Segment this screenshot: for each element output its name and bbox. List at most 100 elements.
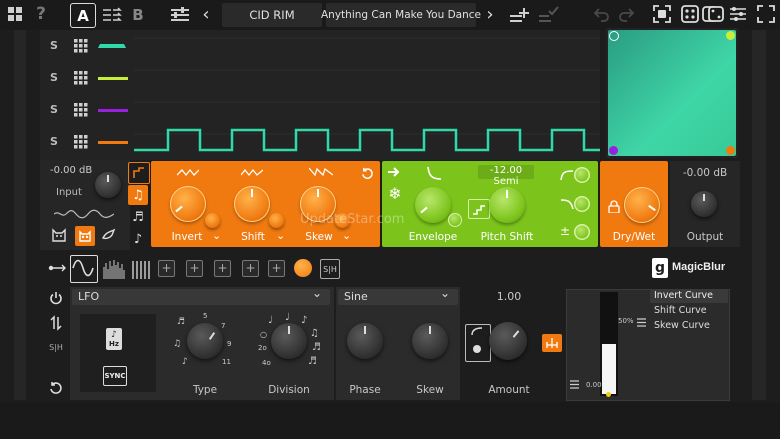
- steps-mode-button[interactable]: [128, 162, 150, 184]
- menu-icon[interactable]: [637, 318, 646, 327]
- seq-row-solo[interactable]: S: [50, 135, 58, 148]
- freeze-icon[interactable]: ❄: [385, 183, 405, 203]
- add-slot-button[interactable]: +: [268, 260, 285, 277]
- lfo-sh-label[interactable]: S|H: [42, 343, 70, 352]
- invert-wave-icon: [177, 168, 199, 177]
- confirm-icon[interactable]: [537, 4, 559, 26]
- seq-row-solo[interactable]: S: [50, 39, 58, 52]
- owl-mode-icon[interactable]: [75, 226, 95, 246]
- power-icon[interactable]: [46, 288, 66, 308]
- save-preset-icon[interactable]: [508, 4, 530, 26]
- mod-active-dot[interactable]: [294, 259, 312, 277]
- prev-preset-button[interactable]: ‹: [199, 4, 213, 25]
- note-mode-button[interactable]: ♫: [128, 185, 148, 205]
- arrow-right-icon[interactable]: [385, 164, 403, 180]
- lfo-source-dropdown[interactable]: LFO ⌄: [72, 286, 330, 305]
- grid-settings-icon[interactable]: [6, 5, 24, 23]
- menu-icon[interactable]: [570, 380, 579, 389]
- lock-icon[interactable]: [608, 200, 620, 213]
- pitch-value-field[interactable]: -12.00 Semi: [478, 165, 534, 187]
- xy-handle-purple[interactable]: [609, 146, 618, 155]
- seq-row-2[interactable]: S: [44, 67, 134, 89]
- add-slot-button[interactable]: +: [186, 260, 203, 277]
- preset-name-field[interactable]: Anything Can Make You Dance: [321, 3, 481, 27]
- seq-row-solo[interactable]: S: [50, 103, 58, 116]
- seq-row-solo[interactable]: S: [50, 71, 58, 84]
- shift-mini-knob[interactable]: [269, 213, 284, 228]
- invert-knob[interactable]: [170, 186, 206, 222]
- grid-icon[interactable]: [74, 71, 88, 85]
- curve-item-skew[interactable]: Skew Curve: [650, 319, 728, 333]
- sample-hold-button[interactable]: S|H: [320, 259, 340, 279]
- mod-route-icon[interactable]: [48, 262, 68, 274]
- noise-slot[interactable]: [102, 257, 126, 281]
- chevron-down-icon[interactable]: ⌄: [276, 229, 285, 242]
- attack-knob[interactable]: [574, 167, 590, 183]
- fullscreen-icon[interactable]: [652, 4, 672, 24]
- cat-mode-icon[interactable]: [50, 226, 68, 244]
- shift-knob[interactable]: [234, 186, 270, 222]
- amount-knob[interactable]: [489, 322, 527, 360]
- shape-dropdown[interactable]: Sine ⌄: [338, 286, 458, 305]
- help-button[interactable]: ?: [32, 4, 50, 24]
- curve-item-shift[interactable]: Shift Curve: [650, 304, 728, 318]
- input-gain-knob[interactable]: [95, 172, 121, 198]
- undo-icon[interactable]: [593, 5, 611, 23]
- redo-icon[interactable]: [617, 5, 635, 23]
- chevron-down-icon[interactable]: ⌄: [342, 229, 351, 242]
- direction-icon[interactable]: [46, 313, 66, 333]
- division-knob[interactable]: [271, 323, 307, 359]
- output-gain-knob[interactable]: [691, 191, 717, 217]
- seq-row-4[interactable]: S: [44, 131, 134, 153]
- curve-slider-track[interactable]: [600, 292, 618, 397]
- preset-bank-field[interactable]: CID RIM: [222, 3, 322, 27]
- xy-handle-lime[interactable]: [726, 31, 735, 40]
- grid-icon[interactable]: [74, 39, 88, 53]
- lfo-sine-slot[interactable]: [70, 255, 98, 283]
- copy-a-to-b-icon[interactable]: [101, 5, 123, 25]
- hz-button[interactable]: ♪ Hz: [106, 328, 122, 350]
- amount-value[interactable]: 1.00: [476, 290, 542, 303]
- route-destination-icon[interactable]: [542, 334, 562, 352]
- random-ab-icon[interactable]: [702, 4, 724, 24]
- arp-mode-button[interactable]: ♪: [128, 229, 148, 249]
- bird-mode-icon[interactable]: [100, 226, 118, 244]
- type-knob[interactable]: [187, 323, 223, 359]
- seq-row-3[interactable]: S: [44, 99, 134, 121]
- grid-icon[interactable]: [74, 135, 88, 149]
- xy-pad[interactable]: [606, 28, 738, 158]
- waveform-display[interactable]: [134, 30, 600, 160]
- xy-handle-orange[interactable]: [726, 146, 735, 155]
- sync-button[interactable]: SYNC: [103, 366, 127, 386]
- preset-b-button[interactable]: B: [128, 3, 148, 26]
- expand-icon[interactable]: [756, 4, 776, 24]
- add-slot-button[interactable]: +: [242, 260, 259, 277]
- invert-mini-knob[interactable]: [205, 213, 220, 228]
- seq-row-1[interactable]: S: [44, 35, 134, 57]
- phase-knob[interactable]: [347, 323, 383, 359]
- reset-icon[interactable]: [359, 165, 375, 181]
- envelope-knob[interactable]: [415, 187, 451, 223]
- chord-mode-button[interactable]: ♬: [128, 207, 148, 227]
- pitch-shift-knob[interactable]: [489, 187, 525, 223]
- add-slot-button[interactable]: +: [214, 260, 231, 277]
- preset-a-button[interactable]: A: [70, 3, 96, 28]
- next-preset-button[interactable]: ›: [483, 4, 497, 25]
- chevron-down-icon[interactable]: ⌄: [212, 229, 221, 242]
- presets-menu-icon[interactable]: [168, 5, 192, 25]
- release-knob[interactable]: [574, 196, 590, 212]
- skew-lfo-knob[interactable]: [412, 323, 448, 359]
- add-slot-button[interactable]: +: [158, 260, 175, 277]
- steps-slot[interactable]: [130, 257, 154, 281]
- envelope-mini-knob[interactable]: [448, 213, 462, 227]
- depth-knob[interactable]: [574, 224, 590, 240]
- reset-lfo-icon[interactable]: [46, 378, 66, 398]
- stairs-icon[interactable]: [468, 199, 490, 219]
- routing-icon[interactable]: [728, 4, 748, 24]
- drywet-knob[interactable]: [624, 187, 660, 223]
- curve-item-invert[interactable]: Invert Curve: [650, 289, 728, 303]
- random-icon[interactable]: [680, 4, 700, 24]
- amount-curve-box[interactable]: [465, 324, 491, 362]
- grid-icon[interactable]: [74, 103, 88, 117]
- xy-handle-teal[interactable]: [609, 31, 619, 41]
